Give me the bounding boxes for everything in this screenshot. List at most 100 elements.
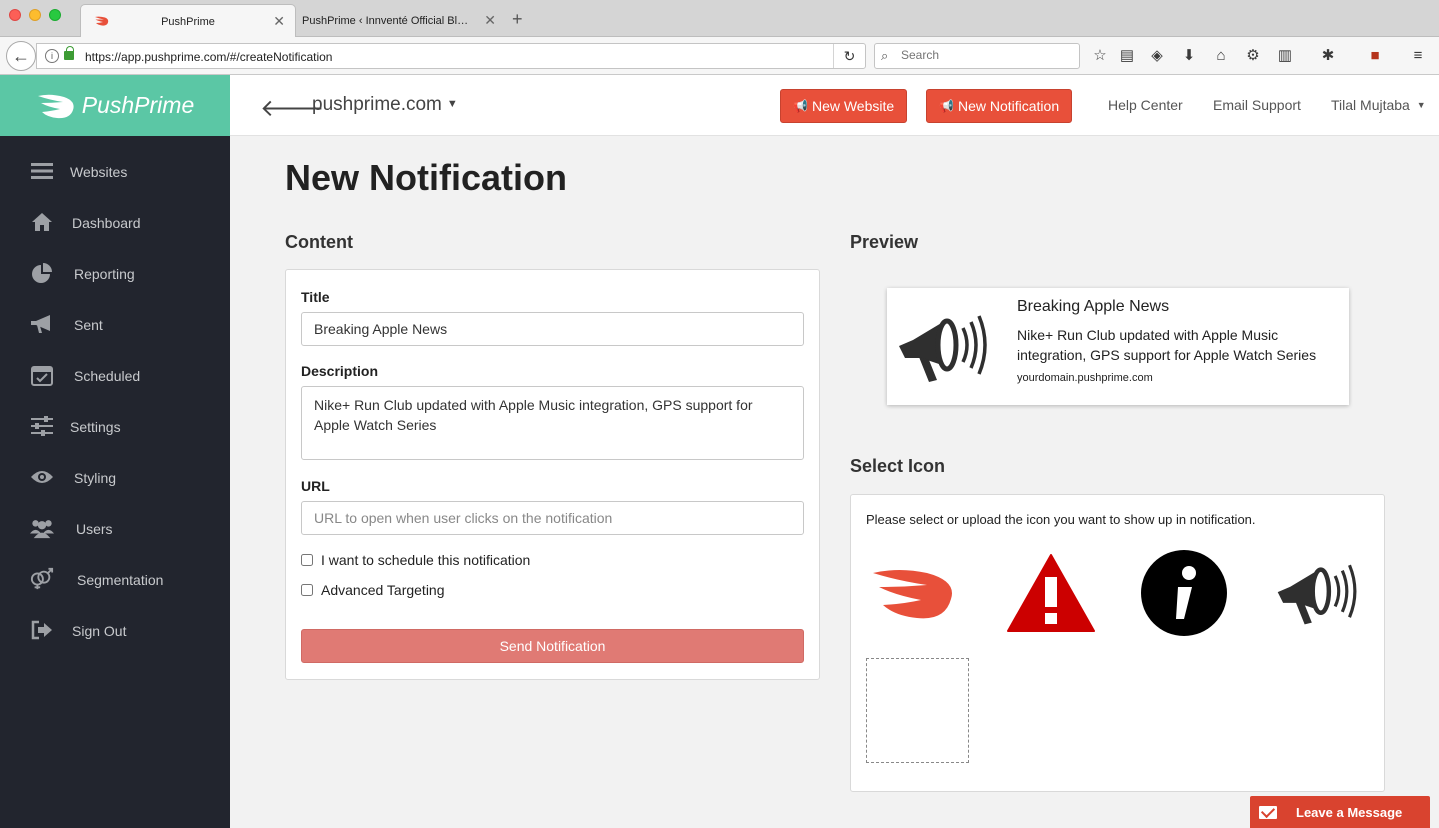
tab-close-icon[interactable]: ✕ bbox=[484, 12, 496, 29]
sidebar-item-label: Sign Out bbox=[72, 623, 127, 639]
sidebar-item-sign-out[interactable]: Sign Out bbox=[0, 605, 230, 656]
sidebar-item-styling[interactable]: Styling bbox=[0, 452, 230, 503]
info-icon bbox=[1141, 550, 1227, 636]
megaphone-icon bbox=[1277, 564, 1357, 625]
send-notification-button[interactable]: Send Notification bbox=[301, 629, 804, 663]
addon-icon[interactable]: ✱ bbox=[1318, 47, 1338, 65]
sidebar-item-label: Settings bbox=[70, 419, 121, 435]
sidebar-item-label: Sent bbox=[74, 317, 103, 333]
schedule-checkbox-row[interactable]: I want to schedule this notification bbox=[301, 552, 530, 568]
bookmark-star-icon[interactable]: ☆ bbox=[1090, 47, 1110, 65]
download-icon[interactable]: ⬇ bbox=[1179, 47, 1199, 65]
sidebar-item-reporting[interactable]: Reporting bbox=[0, 248, 230, 299]
schedule-label: I want to schedule this notification bbox=[321, 552, 531, 568]
sidebar-item-label: Scheduled bbox=[74, 368, 141, 384]
extension-icon[interactable]: ⚙ bbox=[1243, 47, 1263, 65]
help-center-link[interactable]: Help Center bbox=[1108, 97, 1183, 113]
browser-tab-bar: PushPrime ✕ PushPrime ‹ Innventé Officia… bbox=[0, 0, 1439, 37]
sidebar-item-dashboard[interactable]: Dashboard bbox=[0, 197, 230, 248]
icon-option-pushprime[interactable] bbox=[866, 548, 966, 638]
megaphone-icon: 📢 bbox=[939, 99, 954, 113]
sidebar-item-segmentation[interactable]: Segmentation bbox=[0, 554, 230, 605]
advanced-targeting-checkbox[interactable] bbox=[301, 584, 313, 596]
window-close-button[interactable] bbox=[9, 9, 21, 21]
info-icon[interactable]: i bbox=[45, 49, 59, 63]
reload-icon[interactable]: ↻ bbox=[833, 44, 865, 68]
tab-title: PushPrime ‹ Innventé Official Bl… bbox=[302, 15, 469, 27]
url-input[interactable] bbox=[301, 501, 804, 535]
pocket-icon[interactable]: ◈ bbox=[1147, 47, 1167, 65]
megaphone-icon bbox=[30, 313, 54, 335]
app-header: 🡐 pushprime.com ▼ 📢 New Website 📢 New Not… bbox=[230, 75, 1439, 136]
gender-icon bbox=[30, 567, 54, 590]
addon-red-icon[interactable]: ■ bbox=[1365, 47, 1385, 65]
notification-preview: Breaking Apple News Nike+ Run Club updat… bbox=[887, 288, 1349, 405]
browser-toolbar: ← i https://app.pushprime.com/#/createNo… bbox=[0, 37, 1439, 75]
title-input[interactable] bbox=[301, 312, 804, 346]
sidebar-item-scheduled[interactable]: Scheduled bbox=[0, 350, 230, 401]
address-bar[interactable]: i https://app.pushprime.com/#/createNoti… bbox=[36, 43, 866, 69]
warning-icon bbox=[1007, 554, 1095, 632]
content-form: Title Description Nike+ Run Club updated… bbox=[285, 269, 820, 680]
email-support-link[interactable]: Email Support bbox=[1213, 97, 1301, 113]
schedule-checkbox[interactable] bbox=[301, 554, 313, 566]
sidebar-item-label: Websites bbox=[70, 164, 128, 180]
leave-message-button[interactable]: Leave a Message bbox=[1250, 796, 1430, 828]
browser-tab-active[interactable]: PushPrime ✕ bbox=[80, 4, 296, 37]
sidebar-item-websites[interactable]: Websites bbox=[0, 146, 230, 197]
browser-tab[interactable]: PushPrime ‹ Innventé Official Bl… ✕ bbox=[298, 4, 504, 37]
sidebar-item-label: Users bbox=[76, 521, 113, 537]
sign-out-icon bbox=[30, 619, 54, 641]
new-notification-button[interactable]: 📢 New Notification bbox=[926, 89, 1073, 123]
sliders-icon bbox=[30, 415, 54, 437]
megaphone-icon bbox=[899, 315, 987, 382]
sidebar-item-label: Styling bbox=[74, 470, 117, 486]
megaphone-icon: 📢 bbox=[793, 99, 808, 113]
preview-title: Breaking Apple News bbox=[1017, 298, 1170, 315]
sidebar-item-users[interactable]: Users bbox=[0, 503, 230, 554]
icon-selector: Please select or upload the icon you wan… bbox=[850, 494, 1385, 792]
new-website-button[interactable]: 📢 New Website bbox=[780, 89, 908, 123]
hamburger-menu-icon[interactable]: ≡ bbox=[1408, 47, 1428, 65]
sidebar-item-label: Reporting bbox=[74, 266, 135, 282]
tab-close-icon[interactable]: ✕ bbox=[273, 13, 285, 30]
browser-search-field[interactable]: ⌕ bbox=[874, 43, 1080, 69]
icon-option-warning[interactable] bbox=[1001, 548, 1101, 638]
window-zoom-button[interactable] bbox=[49, 9, 61, 21]
user-menu[interactable]: Tilal Mujtaba ▼ bbox=[1331, 97, 1426, 113]
icon-option-megaphone[interactable] bbox=[1269, 548, 1369, 638]
reading-list-icon[interactable]: ▤ bbox=[1117, 47, 1137, 65]
page-title: New Notification bbox=[285, 157, 568, 198]
tab-title: PushPrime bbox=[161, 16, 215, 28]
new-tab-icon[interactable]: + bbox=[512, 9, 523, 30]
calendar-icon bbox=[30, 364, 54, 386]
advanced-targeting-checkbox-row[interactable]: Advanced Targeting bbox=[301, 582, 445, 598]
site-selector[interactable]: pushprime.com ▼ bbox=[312, 94, 458, 116]
menu-icon bbox=[30, 160, 54, 182]
sidebar-item-sent[interactable]: Sent bbox=[0, 299, 230, 350]
sidebar-item-label: Segmentation bbox=[77, 572, 164, 588]
preview-domain: yourdomain.pushprime.com bbox=[1017, 372, 1153, 384]
clipboard-icon[interactable]: ▥ bbox=[1275, 47, 1295, 65]
home-icon[interactable]: ⌂ bbox=[1211, 47, 1231, 65]
browser-back-icon[interactable]: ← bbox=[6, 41, 36, 71]
main-content: New Notification Content Preview Title D… bbox=[230, 136, 1439, 828]
site-name: pushprime.com bbox=[312, 94, 442, 115]
select-icon-heading: Select Icon bbox=[850, 456, 946, 476]
sidebar-item-settings[interactable]: Settings bbox=[0, 401, 230, 452]
url-label: URL bbox=[301, 478, 330, 494]
envelope-icon bbox=[1259, 805, 1277, 819]
pushprime-logo[interactable]: PushPrime bbox=[0, 75, 230, 136]
url-text[interactable]: https://app.pushprime.com/#/createNotifi… bbox=[85, 50, 332, 64]
advanced-targeting-label: Advanced Targeting bbox=[321, 582, 445, 598]
home-icon bbox=[30, 211, 54, 233]
icon-option-info[interactable] bbox=[1134, 548, 1234, 638]
browser-search-input[interactable] bbox=[901, 48, 1071, 62]
pushprime-logo-icon bbox=[37, 94, 74, 118]
upload-icon-dropzone[interactable] bbox=[866, 658, 969, 763]
pushprime-logo-icon bbox=[873, 570, 952, 619]
caret-down-icon: ▼ bbox=[1416, 100, 1426, 110]
description-textarea[interactable]: Nike+ Run Club updated with Apple Music … bbox=[301, 386, 804, 460]
user-name: Tilal Mujtaba bbox=[1331, 97, 1410, 113]
window-minimize-button[interactable] bbox=[29, 9, 41, 21]
